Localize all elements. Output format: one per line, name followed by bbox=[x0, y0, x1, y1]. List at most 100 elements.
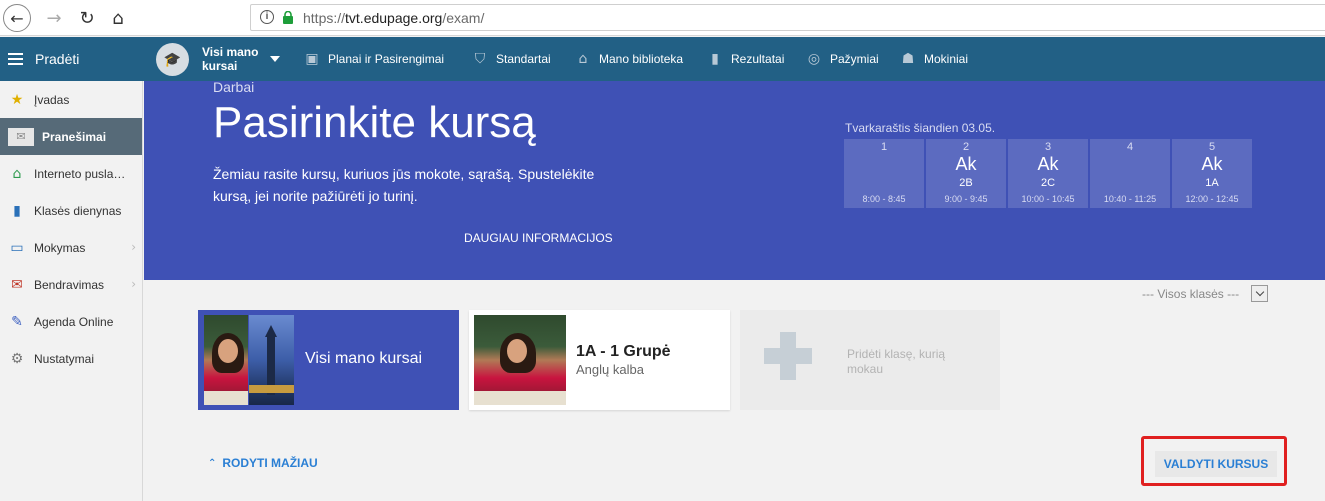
period-number: 2 bbox=[962, 141, 970, 153]
chevron-down-icon bbox=[270, 56, 280, 62]
chevron-right-icon: › bbox=[131, 277, 136, 291]
page-description: Žemiau rasite kursų, kuriuos jūs mokote,… bbox=[213, 166, 595, 204]
show-less-label: RODYTI MAŽIAU bbox=[222, 456, 318, 470]
period-class: 1A bbox=[1205, 177, 1219, 189]
nav-results-label: Rezultatai bbox=[731, 52, 785, 66]
period-time: 10:00 - 10:45 bbox=[1021, 194, 1075, 204]
briefcase-icon: ▣ bbox=[305, 51, 319, 67]
nav-results[interactable]: ▮ Rezultatai bbox=[706, 37, 784, 81]
period-subject: Ak bbox=[955, 154, 977, 174]
reload-icon[interactable]: ↻ bbox=[73, 4, 101, 32]
nav-standards-label: Standartai bbox=[496, 52, 551, 66]
period-time: 8:00 - 8:45 bbox=[862, 194, 906, 204]
start-menu-button[interactable]: Pradėti bbox=[0, 37, 143, 81]
grades-icon: ◎ bbox=[807, 51, 821, 67]
sidebar-item-label: Įvadas bbox=[34, 92, 70, 107]
browser-toolbar: ← → ↻ ⌂ i https://tvt.edupage.org/exam/ bbox=[0, 0, 1325, 36]
star-icon: ★ bbox=[10, 91, 24, 108]
course-card-all[interactable]: Visi mano kursai bbox=[198, 310, 459, 410]
sidebar-item-messages[interactable]: ✉ Pranešimai bbox=[0, 118, 142, 155]
course-card-title: 1A - 1 Grupė bbox=[576, 343, 671, 360]
course-thumbnail-image bbox=[474, 315, 566, 405]
timetable-cell[interactable]: 5 Ak 1A 12:00 - 12:45 bbox=[1172, 139, 1252, 208]
manage-courses-button[interactable]: VALDYTI KURSUS bbox=[1155, 451, 1277, 477]
graduation-cap-icon: 🎓 bbox=[156, 42, 189, 76]
period-time: 9:00 - 9:45 bbox=[944, 194, 988, 204]
period-class: 2B bbox=[959, 177, 973, 189]
chat-icon: ✉ bbox=[11, 276, 23, 293]
course-card[interactable]: 1A - 1 Grupė Anglų kalba bbox=[469, 310, 730, 410]
nav-students[interactable]: ☗ Mokiniai bbox=[899, 37, 968, 81]
library-icon: ⌂ bbox=[578, 51, 588, 67]
show-less-link[interactable]: ⌃ RODYTI MAŽIAU bbox=[208, 456, 318, 470]
course-thumbnail-image bbox=[249, 315, 294, 405]
course-card-subject: Anglų kalba bbox=[576, 362, 644, 377]
timetable-cell[interactable]: 3 Ak 2C 10:00 - 10:45 bbox=[1008, 139, 1088, 208]
nav-plans[interactable]: ▣ Planai ir Pasirengimai bbox=[303, 37, 444, 81]
nav-grades[interactable]: ◎ Pažymiai bbox=[805, 37, 879, 81]
hero-banner: Darbai Pasirinkite kursą Žemiau rasite k… bbox=[144, 79, 1325, 280]
timetable-cell[interactable]: 2 Ak 2B 9:00 - 9:45 bbox=[926, 139, 1006, 208]
period-class: 2C bbox=[1040, 177, 1056, 189]
sidebar-item-label: Nustatymai bbox=[34, 351, 95, 366]
course-selector[interactable]: 🎓 Visi mano kursai bbox=[156, 42, 280, 76]
page-title: Pasirinkite kursą bbox=[213, 98, 536, 147]
start-menu-label: Pradėti bbox=[35, 51, 80, 67]
period-subject: Ak bbox=[1201, 154, 1223, 174]
course-thumbnail-image bbox=[204, 315, 248, 405]
sidebar-item-website[interactable]: ⌂ Interneto puslapis bbox=[0, 155, 142, 192]
breadcrumb: Darbai bbox=[213, 79, 255, 95]
nav-students-label: Mokiniai bbox=[924, 52, 969, 66]
chevron-down-icon[interactable] bbox=[1251, 285, 1269, 302]
sidebar-item-label: Interneto puslapis bbox=[34, 166, 126, 181]
timetable-cell[interactable]: 4 10:40 - 11:25 bbox=[1090, 139, 1170, 208]
back-icon[interactable]: ← bbox=[3, 4, 31, 32]
class-filter-value: --- Visos klasės --- bbox=[1142, 286, 1240, 301]
timetable-cell[interactable]: 1 8:00 - 8:45 bbox=[844, 139, 924, 208]
pen-icon: ✎ bbox=[11, 313, 23, 330]
nav-library[interactable]: ⌂ Mano biblioteka bbox=[574, 37, 684, 81]
highlight-box: VALDYTI KURSUS bbox=[1141, 436, 1287, 486]
lock-icon bbox=[283, 11, 293, 24]
sidebar-item-communication[interactable]: ✉ Bendravimas › bbox=[0, 266, 142, 303]
app-topbar: Pradėti 🎓 Visi mano kursai ▣ Planai ir P… bbox=[0, 37, 1325, 81]
sidebar-item-agenda[interactable]: ✎ Agenda Online bbox=[0, 303, 142, 340]
home-button-icon[interactable]: ⌂ bbox=[104, 4, 132, 32]
address-bar[interactable]: i https://tvt.edupage.org/exam/ bbox=[250, 4, 1325, 31]
envelope-icon: ✉ bbox=[8, 127, 34, 146]
period-subject: Ak bbox=[1037, 154, 1059, 174]
sidebar-item-label: Mokymas bbox=[34, 240, 86, 255]
course-card-title: Visi mano kursai bbox=[305, 350, 423, 367]
class-filter-select[interactable]: --- Visos klasės --- bbox=[1142, 285, 1269, 302]
hamburger-icon bbox=[8, 53, 23, 65]
sidebar-item-class-register[interactable]: ▮ Klasės dienynas bbox=[0, 192, 142, 229]
book-icon: ▮ bbox=[13, 202, 21, 219]
period-number: 3 bbox=[1044, 141, 1052, 153]
period-number: 4 bbox=[1126, 141, 1134, 153]
sidebar-item-label: Klasės dienynas bbox=[34, 203, 122, 218]
period-time: 10:40 - 11:25 bbox=[1103, 194, 1157, 204]
info-icon[interactable]: i bbox=[260, 10, 274, 24]
sidebar-item-intro[interactable]: ★ Įvadas bbox=[0, 81, 142, 118]
forward-icon[interactable]: → bbox=[40, 4, 68, 32]
sidebar-item-label: Agenda Online bbox=[34, 314, 114, 329]
timetable: 1 8:00 - 8:45 2 Ak 2B 9:00 - 9:45 3 Ak 2… bbox=[844, 139, 1254, 208]
home-icon: ⌂ bbox=[12, 165, 22, 182]
gear-icon: ⚙ bbox=[10, 350, 24, 367]
nav-grades-label: Pažymiai bbox=[830, 52, 879, 66]
sidebar-item-settings[interactable]: ⚙ Nustatymai bbox=[0, 340, 142, 377]
period-number: 1 bbox=[880, 141, 888, 153]
nav-standards[interactable]: ⛉ Standartai bbox=[471, 37, 551, 81]
more-info-link[interactable]: DAUGIAU INFORMACIJOS bbox=[464, 231, 613, 245]
sidebar-item-teaching[interactable]: ▭ Mokymas › bbox=[0, 229, 142, 266]
url-text: https://tvt.edupage.org/exam/ bbox=[303, 10, 485, 26]
sidebar-item-label: Pranešimai bbox=[42, 129, 107, 144]
nav-plans-label: Planai ir Pasirengimai bbox=[328, 52, 445, 66]
shield-icon: ⛉ bbox=[474, 51, 486, 67]
add-class-card[interactable]: Pridėti klasę, kurią mokau bbox=[740, 310, 1000, 410]
students-icon: ☗ bbox=[901, 51, 915, 67]
plus-icon bbox=[764, 332, 812, 380]
sidebar-item-label: Bendravimas bbox=[34, 277, 105, 292]
bar-chart-icon: ▮ bbox=[711, 51, 719, 67]
sidebar: ★ Įvadas ✉ Pranešimai ⌂ Interneto puslap… bbox=[0, 81, 143, 501]
